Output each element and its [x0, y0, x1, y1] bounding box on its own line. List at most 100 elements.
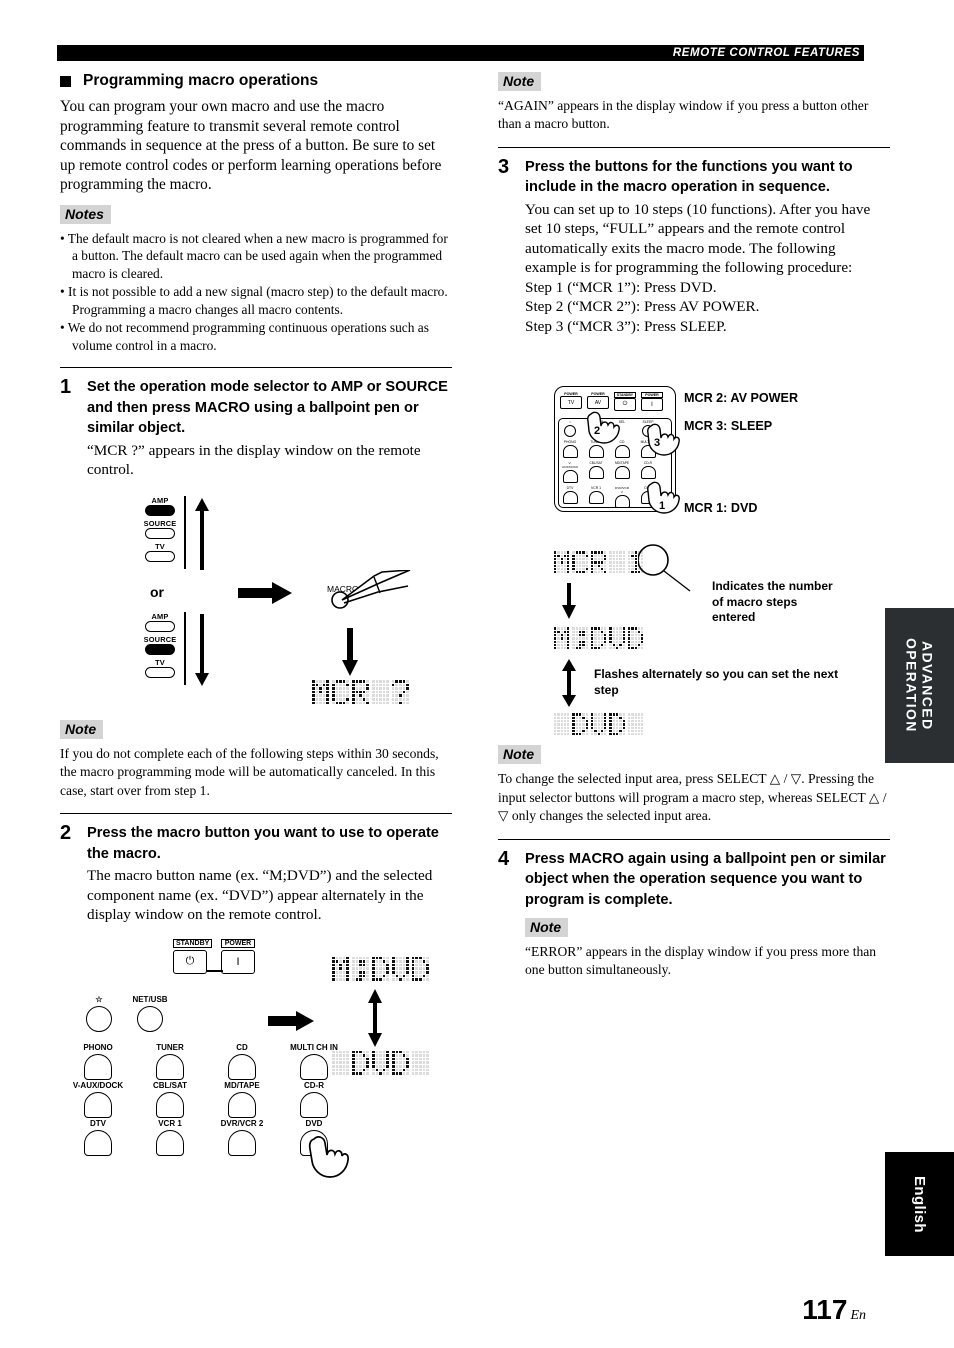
keypad-button-tuner[interactable]	[156, 1053, 184, 1080]
lcd-character	[351, 679, 369, 705]
step-2-heading: Press the macro button you want to use t…	[87, 825, 439, 862]
selector2-label-tv: TV	[155, 657, 165, 667]
keypad-label-v-aux-dock: V-AUX/DOCK	[72, 1080, 124, 1090]
figure-keypad: STANDBY ⏻ POWER I ☆ NET/USB PHONO TUNER …	[60, 938, 452, 1178]
right-column: Note “AGAIN” appears in the display wind…	[498, 72, 890, 980]
keypad-button-dtv[interactable]	[84, 1129, 112, 1156]
step-1-text: “MCR ?” appears in the display window on…	[87, 441, 421, 479]
keypad-button-md-tape[interactable]	[228, 1091, 256, 1118]
selector-label-amp: AMP	[151, 495, 169, 505]
keypad-button-dvr-vcr2[interactable]	[228, 1129, 256, 1156]
keypad-label-cd: CD	[236, 1042, 248, 1052]
selector-button-amp[interactable]	[145, 504, 175, 516]
standby-button[interactable]: ⏻	[173, 949, 207, 974]
selector2-button-source[interactable]	[145, 643, 175, 655]
lcd-character	[351, 956, 369, 981]
figure-mode-selector: AMP SOURCE TV or AMP SOURCE TV MACRO	[60, 488, 452, 720]
lcd-character	[391, 679, 409, 705]
lcd-character	[554, 713, 570, 736]
selector-or-label: or	[150, 583, 164, 600]
bullet-square-icon	[60, 75, 71, 87]
power-button[interactable]: I	[221, 949, 255, 974]
standby-button-group[interactable]: STANDBY ⏻	[173, 938, 213, 974]
keypad-button-star[interactable]	[86, 1005, 112, 1032]
mini-button-vcr1[interactable]	[588, 491, 604, 505]
selector2-button-amp[interactable]	[145, 620, 175, 632]
divider	[498, 146, 890, 148]
mini-button-tuner[interactable]	[588, 445, 604, 459]
section-intro: You can program your own macro and use t…	[60, 98, 442, 194]
selector-button-tv[interactable]	[145, 550, 175, 562]
keypad-label-dvr-vcr2: DVR/VCR 2	[220, 1118, 264, 1128]
lcd-character	[590, 713, 607, 736]
lcd-display-dvd	[332, 1050, 429, 1075]
keypad-button-v-aux-dock[interactable]	[84, 1091, 112, 1118]
mini-label-star: ☆	[568, 420, 572, 425]
lcd-character	[371, 679, 389, 705]
mini-button-cbl-sat[interactable]	[588, 466, 604, 480]
selector2-label-source: SOURCE	[143, 634, 177, 644]
page-number-suffix: En	[850, 1308, 866, 1323]
marker-1: 1	[659, 500, 665, 512]
lcd-character	[572, 551, 588, 574]
mini-button-av-power[interactable]: AV	[587, 396, 609, 410]
step-3-proc-3: Step 3 (“MCR 3”): Press SLEEP.	[525, 317, 727, 335]
lcd-character	[332, 1050, 349, 1075]
callout-mcr3: MCR 3: SLEEP	[684, 419, 773, 434]
keypad-button-cd[interactable]	[228, 1053, 256, 1080]
keypad-label-dtv: DTV	[90, 1118, 106, 1128]
lcd-character	[554, 551, 570, 574]
lcd-character	[627, 627, 644, 650]
keypad-button-vcr1[interactable]	[156, 1129, 184, 1156]
callout-mcr1: MCR 1: DVD	[684, 501, 758, 516]
mini-label-md-tape: MD/TAPE	[615, 461, 629, 466]
mini-button-md-tape[interactable]	[614, 466, 630, 480]
selector2-button-tv[interactable]	[145, 666, 175, 678]
keypad-label-star: ☆	[95, 994, 103, 1004]
step-4: 4 Press MACRO again using a ballpoint pe…	[498, 847, 890, 980]
keypad-button-cd-r[interactable]	[300, 1091, 328, 1118]
lcd-character	[609, 713, 625, 736]
note-text-again: “AGAIN” appears in the display window if…	[498, 98, 869, 132]
selector-label-tv: TV	[155, 541, 165, 551]
lcd-character	[371, 1050, 389, 1075]
mini-button-power[interactable]: I	[641, 398, 663, 412]
keypad-button-phono[interactable]	[84, 1053, 112, 1080]
mini-button-dvr-vcr2[interactable]	[614, 495, 630, 509]
power-button-group[interactable]: POWER I	[221, 938, 255, 974]
keypad-label-phono: PHONO	[83, 1042, 113, 1052]
lcd-display-mcr1	[554, 551, 644, 574]
mini-button-phono[interactable]	[562, 445, 578, 459]
section-heading-label: Programming macro operations	[83, 72, 319, 89]
side-tab-advanced-operation: ADVANCED OPERATION	[885, 608, 954, 763]
mini-button-cd[interactable]	[614, 445, 630, 459]
keypad-label-cbl-sat: CBL/SAT	[152, 1080, 188, 1090]
mini-label-cd-r: CD-R	[644, 461, 652, 466]
lcd-character	[627, 713, 644, 736]
selector-button-source[interactable]	[145, 527, 175, 539]
selector-label-source: SOURCE	[143, 518, 177, 528]
selector2-label-amp: AMP	[151, 611, 169, 621]
side-tab-english-label: English	[911, 1175, 928, 1233]
keypad-button-net-usb[interactable]	[137, 1005, 163, 1032]
lcd-display-mcr-question	[312, 679, 409, 705]
mini-button-dtv[interactable]	[562, 491, 578, 505]
lcd-character	[609, 551, 625, 574]
mini-button-tv[interactable]: TV	[560, 396, 582, 410]
standby-cap-label: STANDBY	[173, 938, 213, 948]
mini-button-star[interactable]	[564, 425, 576, 438]
list-item: It is not possible to add a new signal (…	[60, 283, 452, 318]
step-2: 2 Press the macro button you want to use…	[60, 823, 452, 925]
pointing-hand-icon-1: 1	[647, 481, 680, 515]
keypad-button-cbl-sat[interactable]	[156, 1091, 184, 1118]
mini-button-cd-r[interactable]	[640, 466, 656, 480]
step-4-number: 4	[498, 847, 510, 870]
side-tab-english: English	[885, 1152, 954, 1256]
note-label-1: Note	[60, 719, 104, 739]
mini-button-v-aux-dock[interactable]	[562, 470, 578, 484]
mini-label-v-aux-dock: V-AUX/DOCK	[562, 461, 579, 470]
keypad-button-multi-ch-in[interactable]	[300, 1053, 328, 1080]
power-cap-label: POWER	[221, 938, 255, 948]
divider	[498, 838, 890, 840]
mini-label-phono: PHONO	[563, 440, 577, 445]
